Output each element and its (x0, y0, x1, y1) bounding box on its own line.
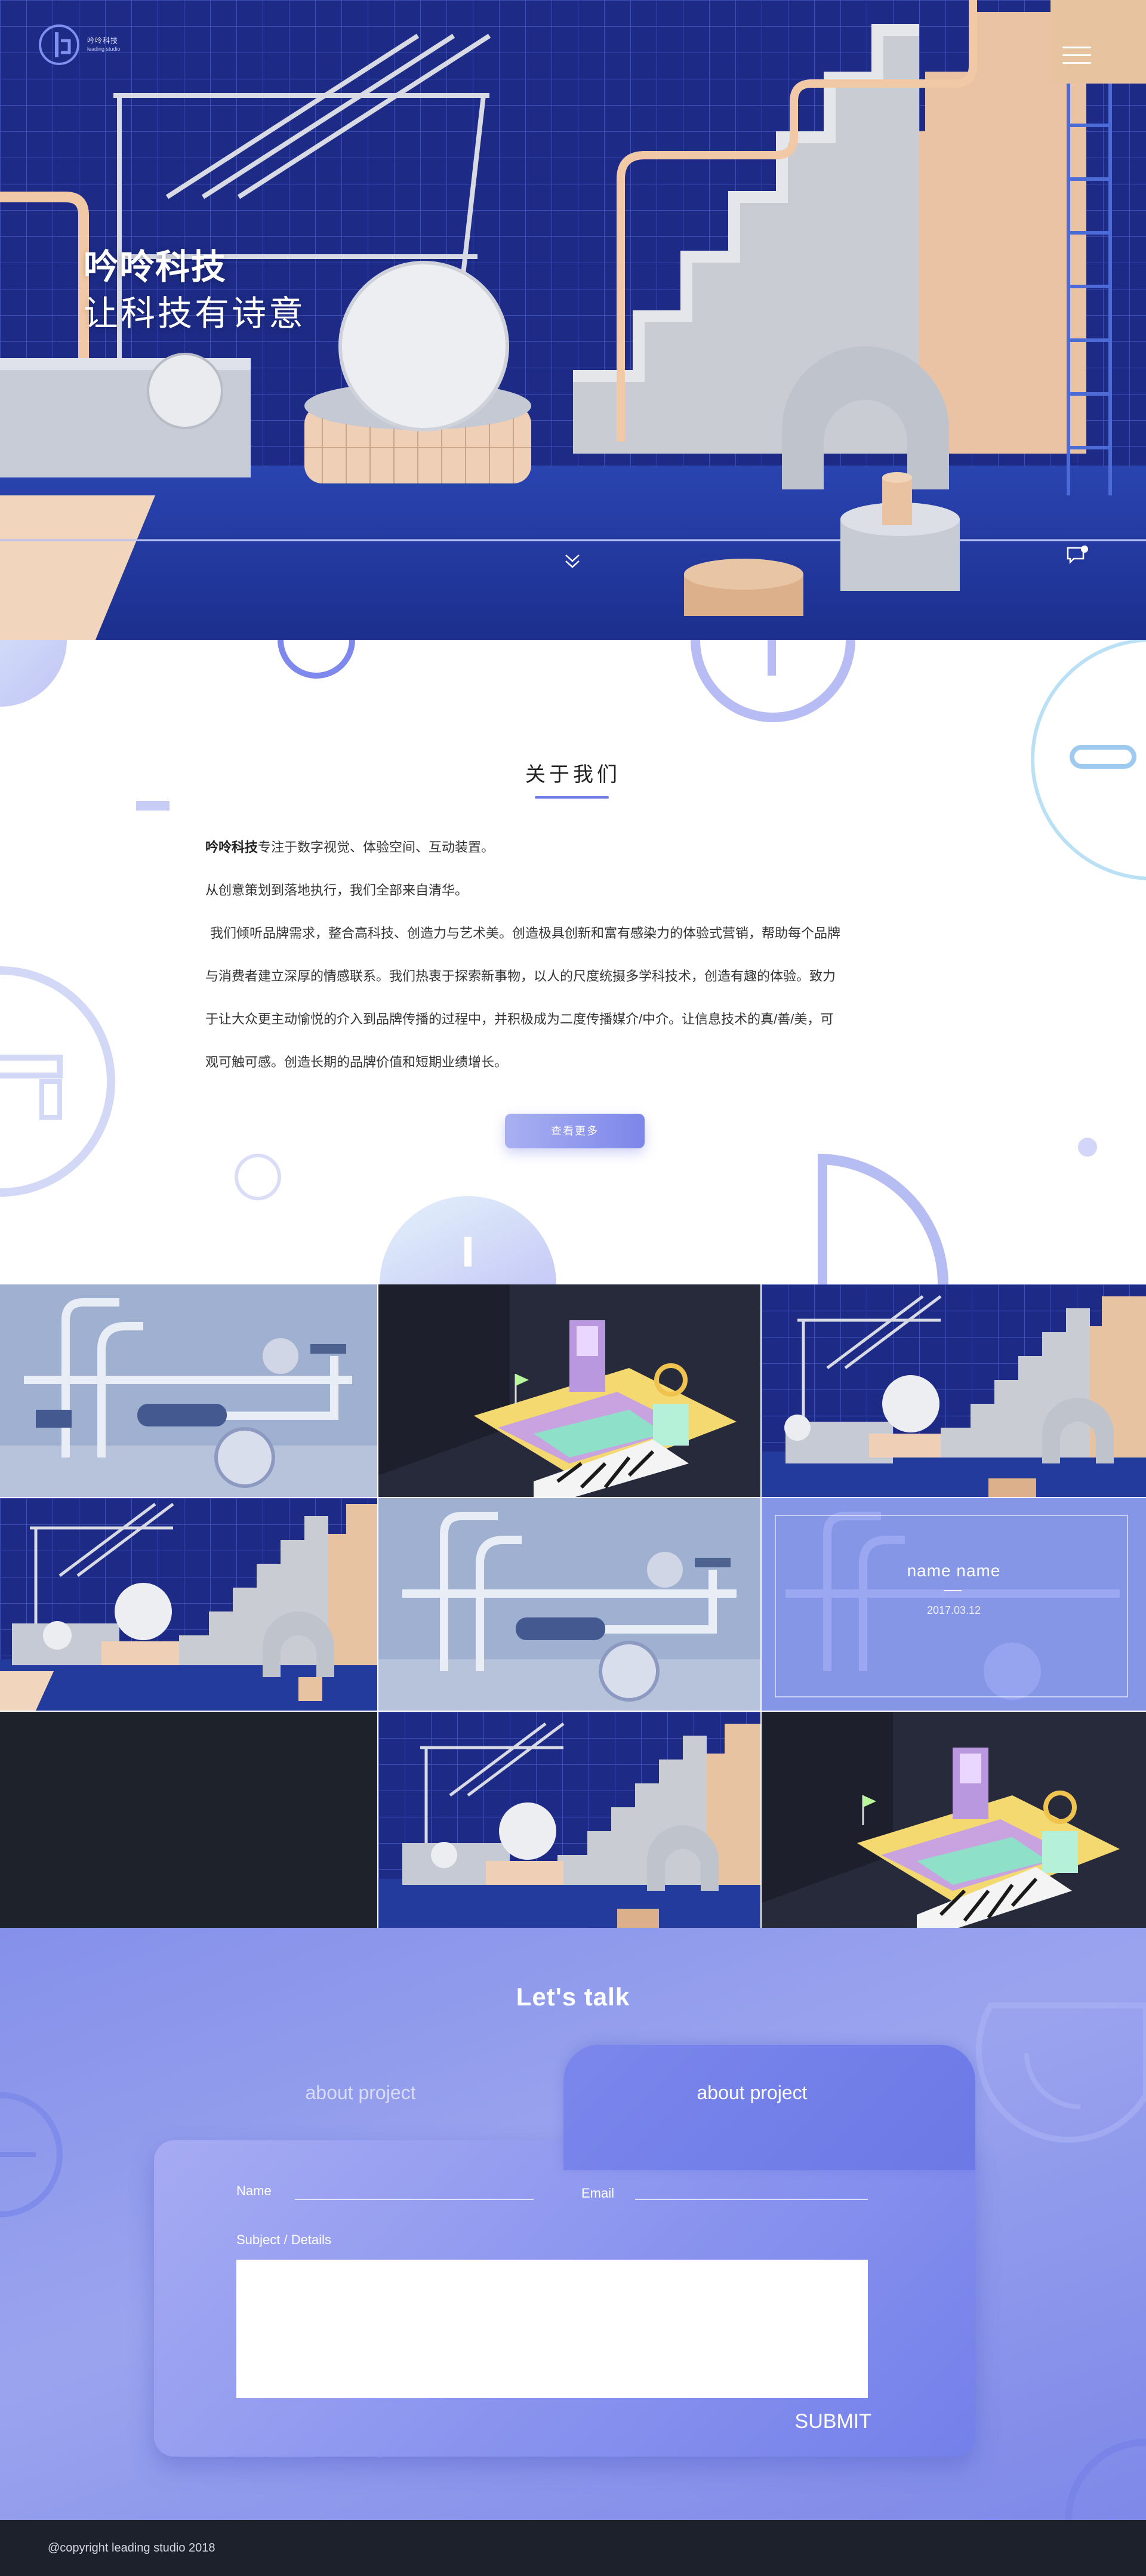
logo-en-text: leading studio (87, 46, 121, 52)
gallery-tile-stairs-3[interactable] (378, 1712, 760, 1928)
logo-cn-text: 吟呤科技 (87, 36, 119, 45)
tab-active-background (563, 2045, 975, 2170)
gallery-tile-room[interactable] (378, 1284, 760, 1497)
footer: @copyright leading studio 2018 (0, 2520, 1146, 2576)
about-intro-rest: 专注于数字视觉、体验空间、互动装置。 (258, 840, 495, 855)
tab-about-project-active[interactable]: about project (633, 2082, 871, 2104)
about-line-4: 与消费者建立深厚的情感联系。我们热衷于探索新事物，以人的尺度统摄多学科技术，创造… (205, 969, 836, 984)
about-line-3: 我们倾听品牌需求，整合高科技、创造力与艺术美。创造极具创新和富有感染力的体验式营… (210, 926, 841, 941)
pipes-artwork-2 (378, 1498, 760, 1711)
room-artwork (378, 1284, 760, 1497)
tile-project-date: 2017.03.12 (926, 1604, 981, 1616)
chat-icon[interactable] (1065, 544, 1090, 566)
menu-button[interactable] (1062, 47, 1091, 66)
subject-label: Subject / Details (236, 2232, 331, 2247)
stairs-artwork (762, 1284, 1146, 1497)
pipes-artwork (0, 1284, 377, 1497)
gallery-tile-stairs-2[interactable] (0, 1498, 377, 1711)
submit-button[interactable]: SUBMIT (776, 2406, 871, 2436)
about-line-5: 于让大众更主动愉悦的介入到品牌传播的过程中，并积极成为二度传播媒介/中介。让信息… (205, 1012, 834, 1027)
name-field[interactable] (295, 2178, 534, 2198)
view-more-button[interactable]: 查看更多 (505, 1114, 645, 1148)
subject-textarea[interactable] (236, 2260, 868, 2398)
about-intro-brand: 吟呤科技 (205, 840, 258, 855)
stairs-artwork-2 (0, 1498, 377, 1711)
hero-title: 吟呤科技 (84, 248, 227, 286)
gallery-tile-room-2[interactable] (762, 1712, 1146, 1928)
email-field[interactable] (635, 2178, 868, 2198)
menu-icon (1062, 47, 1091, 48)
tab-about-project-inactive[interactable]: about project (241, 2082, 480, 2104)
email-underline (635, 2199, 868, 2200)
about-line-2: 从创意策划到落地执行，我们全部来自清华。 (205, 883, 469, 898)
gallery-tile-featured[interactable]: name name 2017.03.12 (762, 1498, 1146, 1711)
logo-icon (39, 24, 79, 65)
name-label: Name (236, 2183, 272, 2198)
portfolio-gallery: name name 2017.03.12 (0, 1284, 1146, 1928)
about-line-6: 观可触可感。创造长期的品牌价值和短期业绩增长。 (205, 1055, 508, 1070)
room-artwork-2 (762, 1712, 1146, 1928)
name-underline (295, 2199, 534, 2200)
site-logo[interactable]: 吟呤科技 leading studio (37, 23, 121, 67)
gallery-tile-stairs[interactable] (762, 1284, 1146, 1497)
about-section: 关于我们 吟呤科技专注于数字视觉、体验空间、互动装置。 从创意策划到落地执行，我… (0, 640, 1146, 1284)
contact-title: Let's talk (516, 1983, 630, 2011)
about-text: 吟呤科技专注于数字视觉、体验空间、互动装置。 从创意策划到落地执行，我们全部来自… (205, 826, 957, 1084)
about-title: 关于我们 (525, 763, 621, 786)
about-title-underline (535, 796, 609, 799)
tile-divider (944, 1590, 962, 1591)
tile-project-name: name name (907, 1561, 1001, 1580)
gallery-tile-pipes-2[interactable] (378, 1498, 760, 1711)
hero-subtitle: 让科技有诗意 (84, 294, 306, 333)
email-label: Email (581, 2186, 615, 2201)
gallery-tile-empty (0, 1712, 377, 1928)
contact-section: Let's talk about project about project N… (0, 1928, 1146, 2520)
hero-banner: 吟呤科技 leading studio 吟呤科技 让科技有诗意 (0, 0, 1146, 640)
gallery-tile-pipes[interactable] (0, 1284, 377, 1497)
scroll-down-icon[interactable] (563, 553, 581, 569)
about-intro: 吟呤科技专注于数字视觉、体验空间、互动装置。 (205, 826, 957, 869)
copyright-text: @copyright leading studio 2018 (48, 2541, 215, 2555)
stairs-artwork-3 (378, 1712, 760, 1928)
